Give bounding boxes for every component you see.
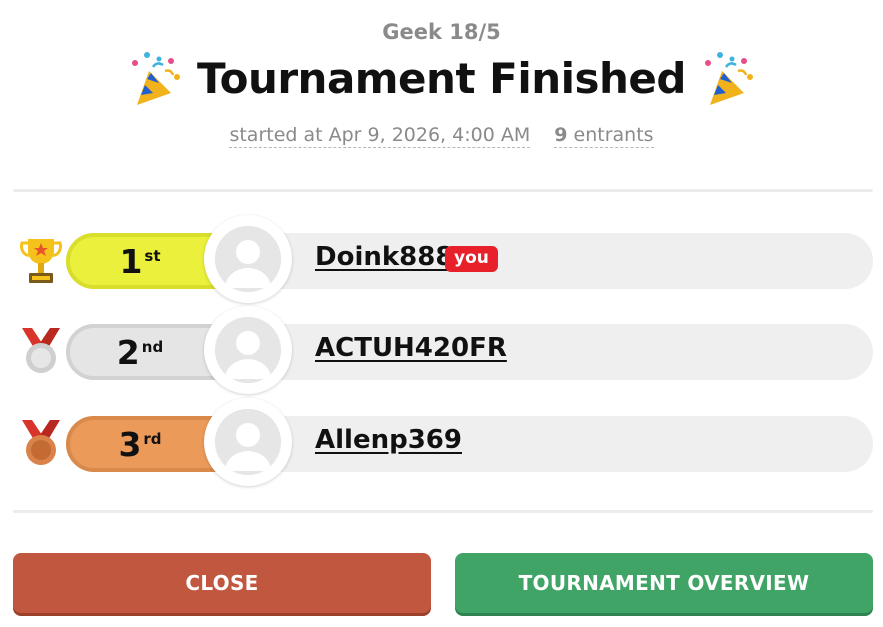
- user-avatar-icon: [215, 317, 281, 383]
- player-name-link[interactable]: ACTUH420FR: [315, 333, 507, 363]
- divider: [13, 189, 873, 192]
- subtitle: Geek 18/5: [382, 20, 501, 44]
- standing-row-2: 2nd ACTUH420FR: [18, 306, 874, 394]
- user-avatar-icon: [215, 409, 281, 475]
- party-popper-icon: [132, 52, 181, 105]
- avatar[interactable]: [204, 398, 292, 486]
- start-time: started at Apr 9, 2026, 4:00 AM: [229, 124, 531, 148]
- player-name-link[interactable]: Doink888: [315, 242, 453, 272]
- standing-row-1: 1st Doink888 you: [18, 215, 874, 303]
- tournament-meta: started at Apr 9, 2026, 4:00 AM 9 entran…: [0, 124, 883, 148]
- avatar[interactable]: [204, 215, 292, 303]
- entrants-count: 9: [554, 124, 568, 146]
- place-number: 2nd: [116, 332, 164, 372]
- party-popper-icon: [704, 52, 753, 105]
- you-badge: you: [445, 246, 498, 272]
- bronze-medal-icon: [22, 420, 60, 465]
- avatar[interactable]: [204, 306, 292, 394]
- place-number: 3rd: [118, 424, 162, 464]
- standing-row-3: 3rd Allenp369: [18, 398, 874, 486]
- entrants: 9 entrants: [554, 124, 654, 148]
- close-button[interactable]: CLOSE: [13, 553, 431, 613]
- place-number: 1st: [119, 241, 161, 281]
- silver-medal-icon: [22, 328, 60, 373]
- tournament-overview-button[interactable]: TOURNAMENT OVERVIEW: [455, 553, 873, 613]
- player-name-link[interactable]: Allenp369: [315, 425, 462, 455]
- divider: [13, 510, 873, 513]
- title-row: Tournament Finished: [0, 46, 883, 110]
- page-title: Tournament Finished: [197, 53, 686, 103]
- trophy-icon: [20, 239, 62, 283]
- user-avatar-icon: [215, 226, 281, 292]
- entrants-label: entrants: [573, 124, 654, 146]
